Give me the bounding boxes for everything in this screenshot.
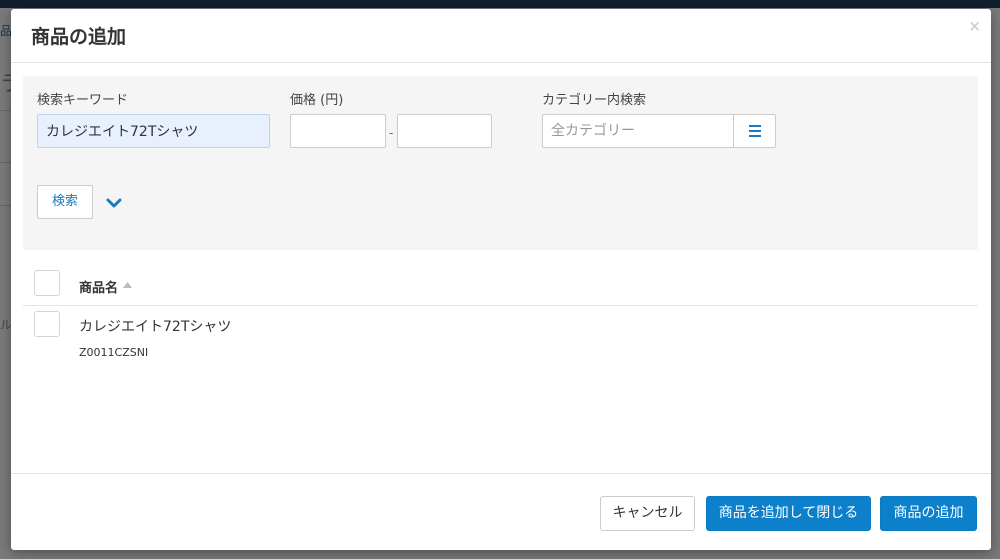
list-icon	[749, 130, 761, 132]
list-icon	[749, 135, 761, 137]
chevron-down-icon	[106, 198, 122, 208]
results-table-header: 商品名	[23, 265, 978, 306]
cancel-button[interactable]: キャンセル	[600, 496, 695, 531]
category-label: カテゴリー内検索	[542, 93, 647, 108]
search-button[interactable]: 検索	[37, 185, 93, 219]
table-row: カレジエイト72Tシャツ Z0011CZSNI	[23, 306, 978, 368]
dialog-footer: キャンセル 商品を追加して閉じる 商品の追加	[11, 473, 991, 550]
add-product-button[interactable]: 商品の追加	[880, 496, 977, 531]
category-menu-button[interactable]	[734, 114, 776, 148]
dialog-header: 商品の追加 ×	[11, 9, 991, 63]
add-product-dialog: 商品の追加 × 検索キーワード 価格 (円) - カテゴリー内検索 検索 商品名	[11, 9, 991, 550]
keyword-label: 検索キーワード	[37, 93, 129, 108]
select-all-checkbox[interactable]	[34, 270, 60, 296]
price-max-input[interactable]	[397, 114, 492, 148]
column-header-product-name[interactable]: 商品名	[79, 277, 118, 296]
list-icon	[749, 125, 761, 127]
close-icon[interactable]: ×	[968, 17, 981, 35]
dialog-title: 商品の追加	[31, 26, 127, 48]
product-name: カレジエイト72Tシャツ	[79, 319, 232, 335]
sort-ascending-icon	[123, 282, 132, 288]
price-label: 価格 (円)	[290, 93, 344, 108]
category-input[interactable]	[542, 114, 734, 148]
add-and-close-button[interactable]: 商品を追加して閉じる	[706, 496, 871, 531]
keyword-input[interactable]	[37, 114, 270, 148]
expand-filters-button[interactable]	[103, 194, 125, 212]
row-checkbox[interactable]	[34, 311, 60, 337]
search-panel: 検索キーワード 価格 (円) - カテゴリー内検索 検索	[23, 76, 978, 250]
price-separator: -	[389, 126, 394, 140]
product-code: Z0011CZSNI	[79, 346, 149, 359]
price-min-input[interactable]	[290, 114, 386, 148]
